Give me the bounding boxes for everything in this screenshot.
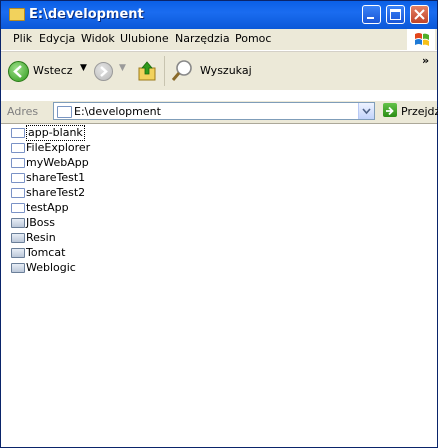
item-label: shareTest2 <box>26 186 86 199</box>
back-arrow-icon[interactable] <box>8 61 29 82</box>
folder-icon <box>11 173 25 183</box>
windows-logo-icon <box>407 29 435 50</box>
item-label: testApp <box>26 201 69 214</box>
item-label: FileExplorer <box>26 141 91 154</box>
item-label: shareTest1 <box>26 171 86 184</box>
item-label: myWebApp <box>26 156 89 169</box>
chevron-down-icon <box>362 108 371 115</box>
go-arrow-icon[interactable] <box>383 103 397 117</box>
address-bar: Adres E:\development Przejdź <box>1 100 438 124</box>
address-dropdown-button[interactable] <box>358 103 374 119</box>
folder-icon <box>11 188 25 198</box>
menu-file[interactable]: Plik <box>13 32 32 45</box>
server-icon <box>11 218 25 228</box>
menu-tools[interactable]: Narzędzia <box>175 32 230 45</box>
item-label: Resin <box>26 231 56 244</box>
minimize-button[interactable] <box>362 5 381 24</box>
folder-icon <box>11 143 25 153</box>
item-label: Weblogic <box>26 261 76 274</box>
close-icon <box>414 9 425 20</box>
folder-icon <box>11 158 25 168</box>
item-label: app-blank <box>26 125 85 141</box>
back-button[interactable]: Wstecz <box>33 64 73 77</box>
folder-up-icon[interactable] <box>137 59 159 83</box>
item-label: Tomcat <box>26 246 66 259</box>
forward-dropdown-icon[interactable]: ▼ <box>119 63 126 73</box>
server-icon <box>11 248 25 258</box>
address-value[interactable]: E:\development <box>74 105 161 118</box>
search-button[interactable]: Wyszukaj <box>200 64 252 77</box>
forward-arrow-icon[interactable] <box>94 62 113 81</box>
server-icon <box>11 233 25 243</box>
explorer-window: E:\development Plik Edycja Widok Ulubion… <box>0 0 438 448</box>
item-label: JBoss <box>26 216 55 229</box>
folder-icon <box>11 203 25 213</box>
menu-bar: Plik Edycja Widok Ulubione Narzędzia Pom… <box>1 29 437 51</box>
maximize-icon <box>390 9 401 20</box>
toolbar-overflow-button[interactable]: » <box>422 54 429 67</box>
close-button[interactable] <box>410 5 429 24</box>
menu-help[interactable]: Pomoc <box>235 32 271 45</box>
menu-view[interactable]: Widok <box>81 32 115 45</box>
address-field[interactable]: E:\development <box>53 102 375 120</box>
search-icon[interactable] <box>170 58 194 84</box>
folder-icon <box>9 8 25 21</box>
address-label: Adres <box>7 105 39 118</box>
back-dropdown-icon[interactable]: ▼ <box>80 63 87 73</box>
minimize-icon <box>367 17 374 19</box>
window-title: E:\development <box>29 7 144 22</box>
title-bar[interactable]: E:\development <box>1 1 437 29</box>
folder-icon <box>57 106 72 118</box>
toolbar: Wstecz ▼ ▼ Wyszukaj » <box>1 51 437 90</box>
go-button[interactable]: Przejdź <box>401 105 438 118</box>
menu-favorites[interactable]: Ulubione <box>120 32 169 45</box>
maximize-button[interactable] <box>386 5 405 24</box>
folder-icon <box>11 128 25 138</box>
menu-edit[interactable]: Edycja <box>39 32 75 45</box>
server-icon <box>11 263 25 273</box>
file-list: app-blank FileExplorer myWebApp shareTes… <box>1 124 437 446</box>
